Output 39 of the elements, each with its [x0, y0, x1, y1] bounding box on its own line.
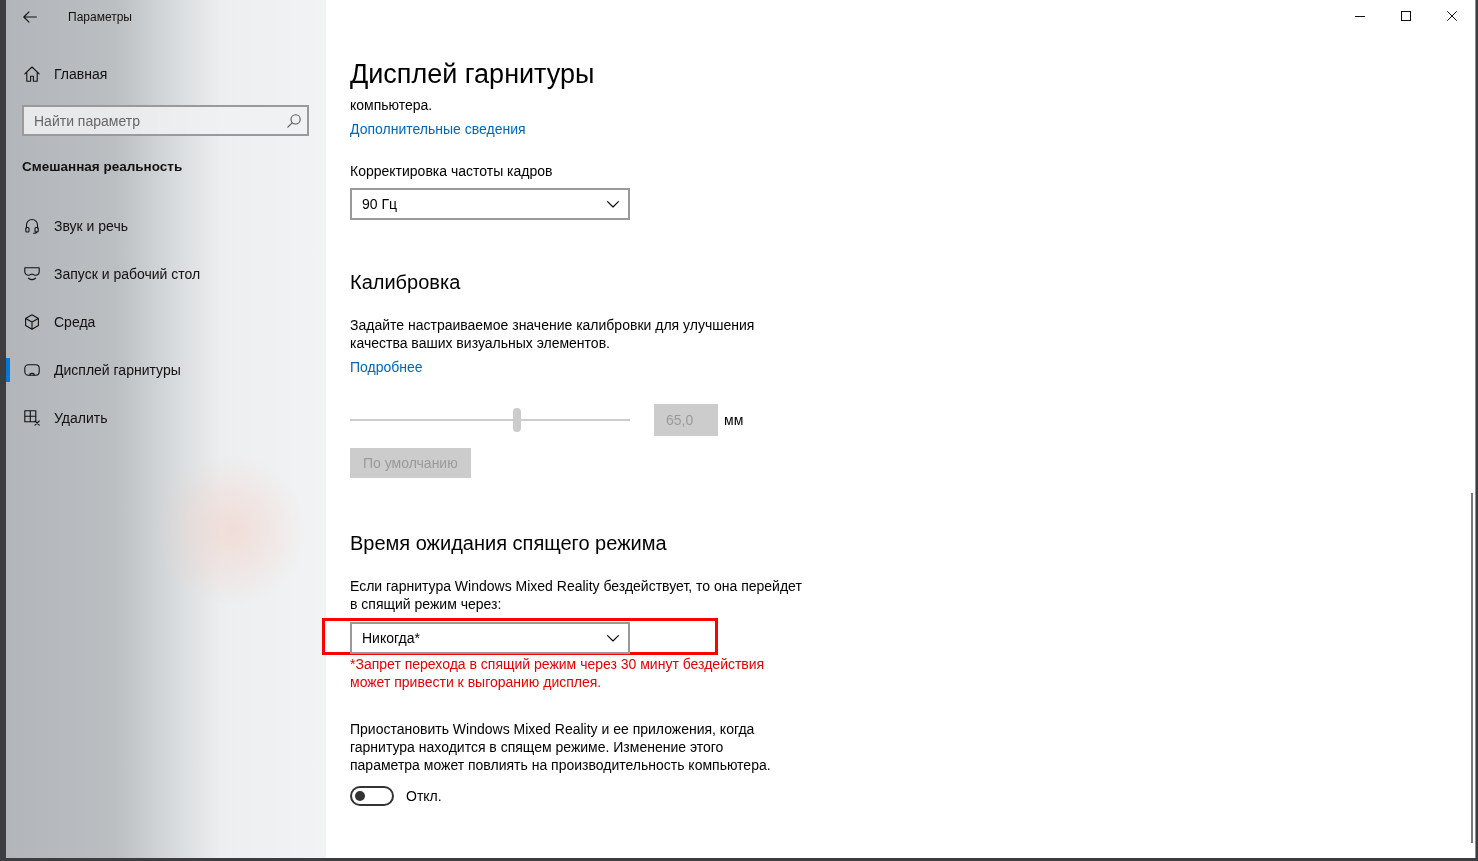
- description-text: Приостановить Windows Mixed Reality и ее приложения, когда гарнитура находится в спящем режиме. Изменение этого параметра может повлиять на производительность компьютера.: [350, 720, 771, 774]
- grid-cross-icon: [24, 410, 40, 426]
- dropdown[interactable]: 90 Гц: [350, 188, 630, 220]
- maximize-icon: [1401, 11, 1411, 21]
- cube-icon: [24, 314, 40, 330]
- description-text: Если гарнитура Windows Mixed Reality бездействует, то она перейдет в спящий режим через:: [350, 577, 802, 613]
- goggles-icon: [24, 364, 40, 376]
- dropdown[interactable]: Никогда*: [350, 622, 630, 654]
- section-label: Смешанная реальность: [22, 158, 183, 176]
- nav-item[interactable]: Удалить: [6, 394, 326, 442]
- close-icon: [1447, 11, 1457, 21]
- chevron-down-icon: [607, 634, 619, 642]
- toggle-label: Откл.: [406, 788, 442, 804]
- description-text: компьютера.: [350, 96, 433, 114]
- visor-icon: [24, 267, 40, 281]
- section-heading: Калибровка: [350, 270, 461, 295]
- help-link[interactable]: Дополнительные сведения: [350, 120, 526, 138]
- unit-label: мм: [724, 412, 744, 428]
- nav-item[interactable]: Звук и речь: [6, 202, 326, 250]
- field-label: Корректировка частоты кадров: [350, 162, 553, 180]
- help-link[interactable]: Подробнее: [350, 358, 423, 376]
- minimize-icon: [1355, 15, 1365, 17]
- headphones-icon: [25, 218, 39, 234]
- search-field[interactable]: Найти параметр: [22, 105, 309, 136]
- page-title: Дисплей гарнитуры: [350, 58, 595, 91]
- scrollbar-thumb[interactable]: [1471, 493, 1473, 843]
- nav-item[interactable]: Запуск и рабочий стол: [6, 250, 326, 298]
- home-link[interactable]: Главная: [6, 50, 326, 98]
- toggle-switch[interactable]: [350, 786, 394, 806]
- search-icon[interactable]: [287, 113, 301, 128]
- nav-item[interactable]: Дисплей гарнитуры: [6, 346, 326, 394]
- arrow-left-icon: [23, 11, 37, 23]
- warning-text: *Запрет перехода в спящий режим через 30 минут бездействия может привести к выгоранию дисплея.: [350, 655, 765, 691]
- home-icon: [24, 66, 40, 82]
- section-heading: Время ожидания спящего режима: [350, 531, 667, 556]
- window-title: Параметры: [68, 9, 132, 25]
- chevron-down-icon: [607, 200, 619, 208]
- nav-item[interactable]: Среда: [6, 298, 326, 346]
- description-text: Задайте настраиваемое значение калибровки для улучшения качества ваших визуальных элементов.: [350, 316, 755, 352]
